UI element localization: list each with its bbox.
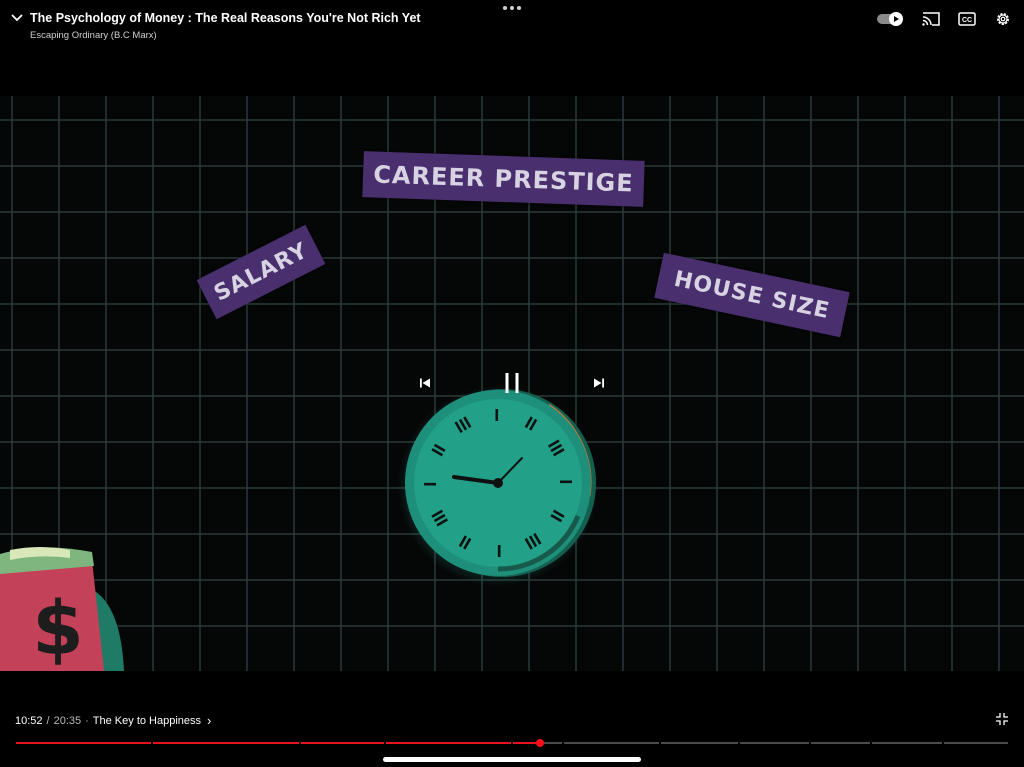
chapter-segment[interactable] (661, 742, 738, 744)
svg-text:$: $ (32, 586, 84, 671)
gear-icon[interactable] (993, 9, 1013, 29)
home-indicator (383, 757, 641, 762)
chapter-segment[interactable] (564, 742, 659, 744)
scrubber-handle[interactable] (535, 739, 544, 747)
autoplay-toggle-icon[interactable] (876, 9, 904, 29)
time-display: 10:52 / 20:35 · The Key to Happiness › (15, 713, 211, 728)
money-bag-illustration: $ (0, 547, 124, 671)
played-segment (16, 742, 151, 744)
chapter-separator: · (85, 714, 89, 727)
channel-name[interactable]: Escaping Ordinary (B.C Marx) (30, 30, 157, 41)
svg-text:CC: CC (962, 17, 972, 24)
more-options-icon[interactable] (502, 3, 522, 13)
skip-next-icon[interactable] (592, 376, 606, 390)
chapter-title[interactable]: The Key to Happiness (93, 715, 201, 727)
current-time: 10:52 (15, 714, 43, 727)
video-title: The Psychology of Money : The Real Reaso… (30, 11, 421, 25)
closed-captions-icon[interactable]: CC (957, 9, 977, 29)
progress-bar[interactable] (15, 739, 1009, 747)
chevron-down-icon[interactable] (10, 11, 24, 25)
played-segment (301, 742, 384, 744)
exit-fullscreen-icon[interactable] (995, 712, 1009, 726)
video-player[interactable]: The Psychology of Money : The Real Reaso… (0, 0, 1024, 767)
chapter-segment[interactable] (944, 742, 1008, 744)
pause-icon[interactable] (502, 371, 522, 395)
career-prestige-card: CAREER PRESTIGE (362, 151, 645, 207)
skip-previous-icon[interactable] (418, 376, 432, 390)
played-segment (153, 742, 299, 744)
chapter-segment[interactable] (811, 742, 870, 744)
cast-icon[interactable] (921, 9, 941, 29)
played-segment (386, 742, 511, 744)
video-duration: 20:35 (53, 714, 82, 727)
chevron-right-icon[interactable]: › (207, 713, 211, 728)
chapter-segment[interactable] (740, 742, 809, 744)
clock-illustration (398, 386, 598, 586)
time-separator: / (46, 714, 50, 727)
chapter-segment[interactable] (872, 742, 942, 744)
